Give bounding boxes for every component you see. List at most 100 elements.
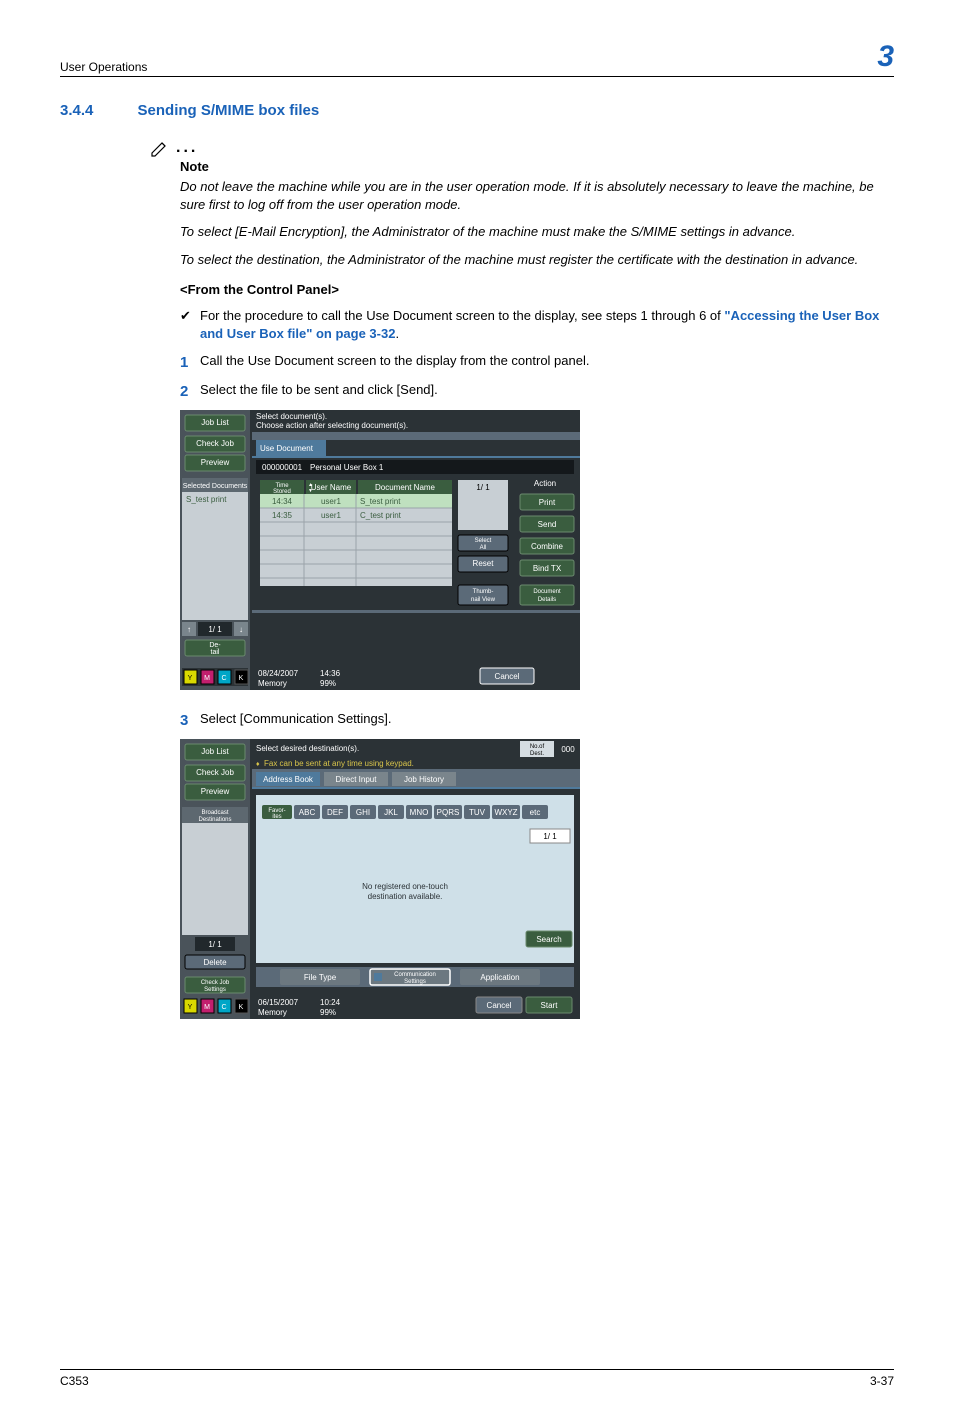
svg-text:14:35: 14:35 — [272, 511, 293, 520]
svg-text:File Type: File Type — [304, 973, 337, 982]
svg-text:Personal User Box 1: Personal User Box 1 — [310, 463, 384, 472]
svg-text:Search: Search — [536, 935, 561, 944]
svg-text:S_test print: S_test print — [186, 495, 227, 504]
svg-text:000000001: 000000001 — [262, 463, 303, 472]
svg-text:Check Job: Check Job — [196, 768, 234, 777]
pencil-icon — [150, 139, 172, 157]
note-block: ... Note Do not leave the machine while … — [180, 139, 894, 402]
svg-text:14:36: 14:36 — [320, 669, 341, 678]
svg-text:K: K — [239, 675, 244, 682]
step-2: 2 Select the file to be sent and click [… — [180, 381, 894, 402]
svg-text:Fax can be sent at any time us: Fax can be sent at any time using keypad… — [264, 759, 414, 768]
footer-left: C353 — [60, 1374, 89, 1388]
svg-text:1/ 1: 1/ 1 — [476, 483, 490, 492]
step-1: 1 Call the Use Document screen to the di… — [180, 352, 894, 373]
svg-text:Check Job: Check Job — [196, 439, 234, 448]
svg-text:M: M — [204, 1004, 210, 1011]
svg-text:1/ 1: 1/ 1 — [208, 625, 222, 634]
svg-text:ABC: ABC — [299, 808, 316, 817]
svg-text:08/24/2007: 08/24/2007 — [258, 669, 299, 678]
svg-text:No.of: No.of — [530, 744, 545, 750]
svg-text:Job History: Job History — [404, 775, 444, 784]
section-heading: 3.4.4 Sending S/MIME box files — [60, 102, 894, 119]
svg-text:C_test print: C_test print — [360, 511, 402, 520]
svg-text:Settings: Settings — [404, 979, 426, 985]
note-p1: Do not leave the machine while you are i… — [180, 178, 894, 213]
svg-text:All: All — [480, 545, 487, 551]
svg-text:user1: user1 — [321, 511, 342, 520]
svg-text:No registered one-touch: No registered one-touch — [362, 882, 448, 891]
svg-text:Settings: Settings — [204, 987, 226, 993]
step-number: 2 — [180, 381, 200, 402]
svg-text:Document Name: Document Name — [375, 483, 436, 492]
svg-text:14:34: 14:34 — [272, 497, 293, 506]
svg-text:Application: Application — [480, 973, 519, 982]
svg-text:↓: ↓ — [239, 625, 243, 634]
svg-text:Job List: Job List — [201, 418, 229, 427]
screenshot-destination: Job List Check Job Preview Broadcast Des… — [180, 739, 894, 1019]
step-text: Select [Communication Settings]. — [200, 710, 391, 728]
svg-text:♦: ♦ — [256, 761, 260, 768]
section-number: 3.4.4 — [60, 102, 93, 119]
screenshot-use-document: Job List Check Job Preview Selected Docu… — [180, 410, 894, 690]
svg-text:Use Document: Use Document — [260, 444, 314, 453]
svg-text:99%: 99% — [320, 679, 336, 688]
svg-text:Select desired destination(s).: Select desired destination(s). — [256, 744, 359, 753]
svg-text:Print: Print — [539, 498, 556, 507]
svg-text:Check Job: Check Job — [201, 980, 230, 986]
svg-text:Cancel: Cancel — [495, 672, 520, 681]
svg-text:DEF: DEF — [327, 808, 343, 817]
svg-text:Memory: Memory — [258, 679, 287, 688]
svg-text:Job List: Job List — [201, 747, 229, 756]
svg-text:Action: Action — [534, 479, 556, 488]
svg-text:000: 000 — [561, 745, 575, 754]
svg-text:Y: Y — [188, 675, 193, 682]
svg-text:Bind TX: Bind TX — [533, 564, 562, 573]
svg-text:Communication: Communication — [394, 972, 436, 978]
svg-text:user1: user1 — [321, 497, 342, 506]
footer-right: 3-37 — [870, 1374, 894, 1388]
svg-text:De-: De- — [209, 642, 221, 649]
svg-text:Selected Documents: Selected Documents — [183, 483, 248, 490]
svg-text:Combine: Combine — [531, 542, 564, 551]
subhead-control-panel: <From the Control Panel> — [180, 282, 894, 297]
chapter-number: 3 — [877, 40, 894, 74]
svg-text:10:24: 10:24 — [320, 998, 341, 1007]
svg-text:Select: Select — [475, 538, 492, 544]
svg-text:Start: Start — [541, 1001, 559, 1010]
svg-text:PQRS: PQRS — [437, 808, 460, 817]
svg-text:etc: etc — [530, 808, 541, 817]
svg-text:Destinations: Destinations — [198, 817, 231, 823]
svg-text:Dest.: Dest. — [530, 751, 544, 757]
svg-text:Select document(s).: Select document(s). — [256, 412, 327, 421]
svg-text:JKL: JKL — [384, 808, 398, 817]
page-footer: C353 3-37 — [60, 1369, 894, 1388]
svg-text:1/ 1: 1/ 1 — [543, 832, 557, 841]
step-3: 3 Select [Communication Settings]. — [180, 710, 894, 731]
svg-text:Choose action after selecting: Choose action after selecting document(s… — [256, 421, 408, 430]
bullet-text-post: . — [395, 326, 399, 341]
svg-text:Thumb-: Thumb- — [473, 589, 494, 595]
step-text: Call the Use Document screen to the disp… — [200, 352, 589, 370]
svg-text:GHI: GHI — [356, 808, 370, 817]
svg-text:TUV: TUV — [469, 808, 486, 817]
svg-text:Details: Details — [538, 597, 556, 603]
svg-text:Cancel: Cancel — [487, 1001, 512, 1010]
svg-text:Send: Send — [538, 520, 557, 529]
svg-text:destination available.: destination available. — [368, 892, 443, 901]
svg-text:06/15/2007: 06/15/2007 — [258, 998, 299, 1007]
svg-text:S_test print: S_test print — [360, 497, 401, 506]
svg-text:C: C — [221, 675, 226, 682]
svg-text:Y: Y — [188, 1004, 193, 1011]
svg-text:M: M — [204, 675, 210, 682]
svg-text:Direct Input: Direct Input — [336, 775, 378, 784]
svg-text:Document: Document — [533, 589, 561, 595]
note-p3: To select the destination, the Administr… — [180, 251, 894, 269]
svg-text:K: K — [239, 1004, 244, 1011]
bullet-text-pre: For the procedure to call the Use Docume… — [200, 308, 724, 323]
note-label: Note — [180, 159, 894, 174]
step-text: Select the file to be sent and click [Se… — [200, 381, 438, 399]
svg-text:1/ 1: 1/ 1 — [208, 940, 222, 949]
running-head-text: User Operations — [60, 60, 147, 74]
check-icon: ✔ — [180, 307, 200, 325]
